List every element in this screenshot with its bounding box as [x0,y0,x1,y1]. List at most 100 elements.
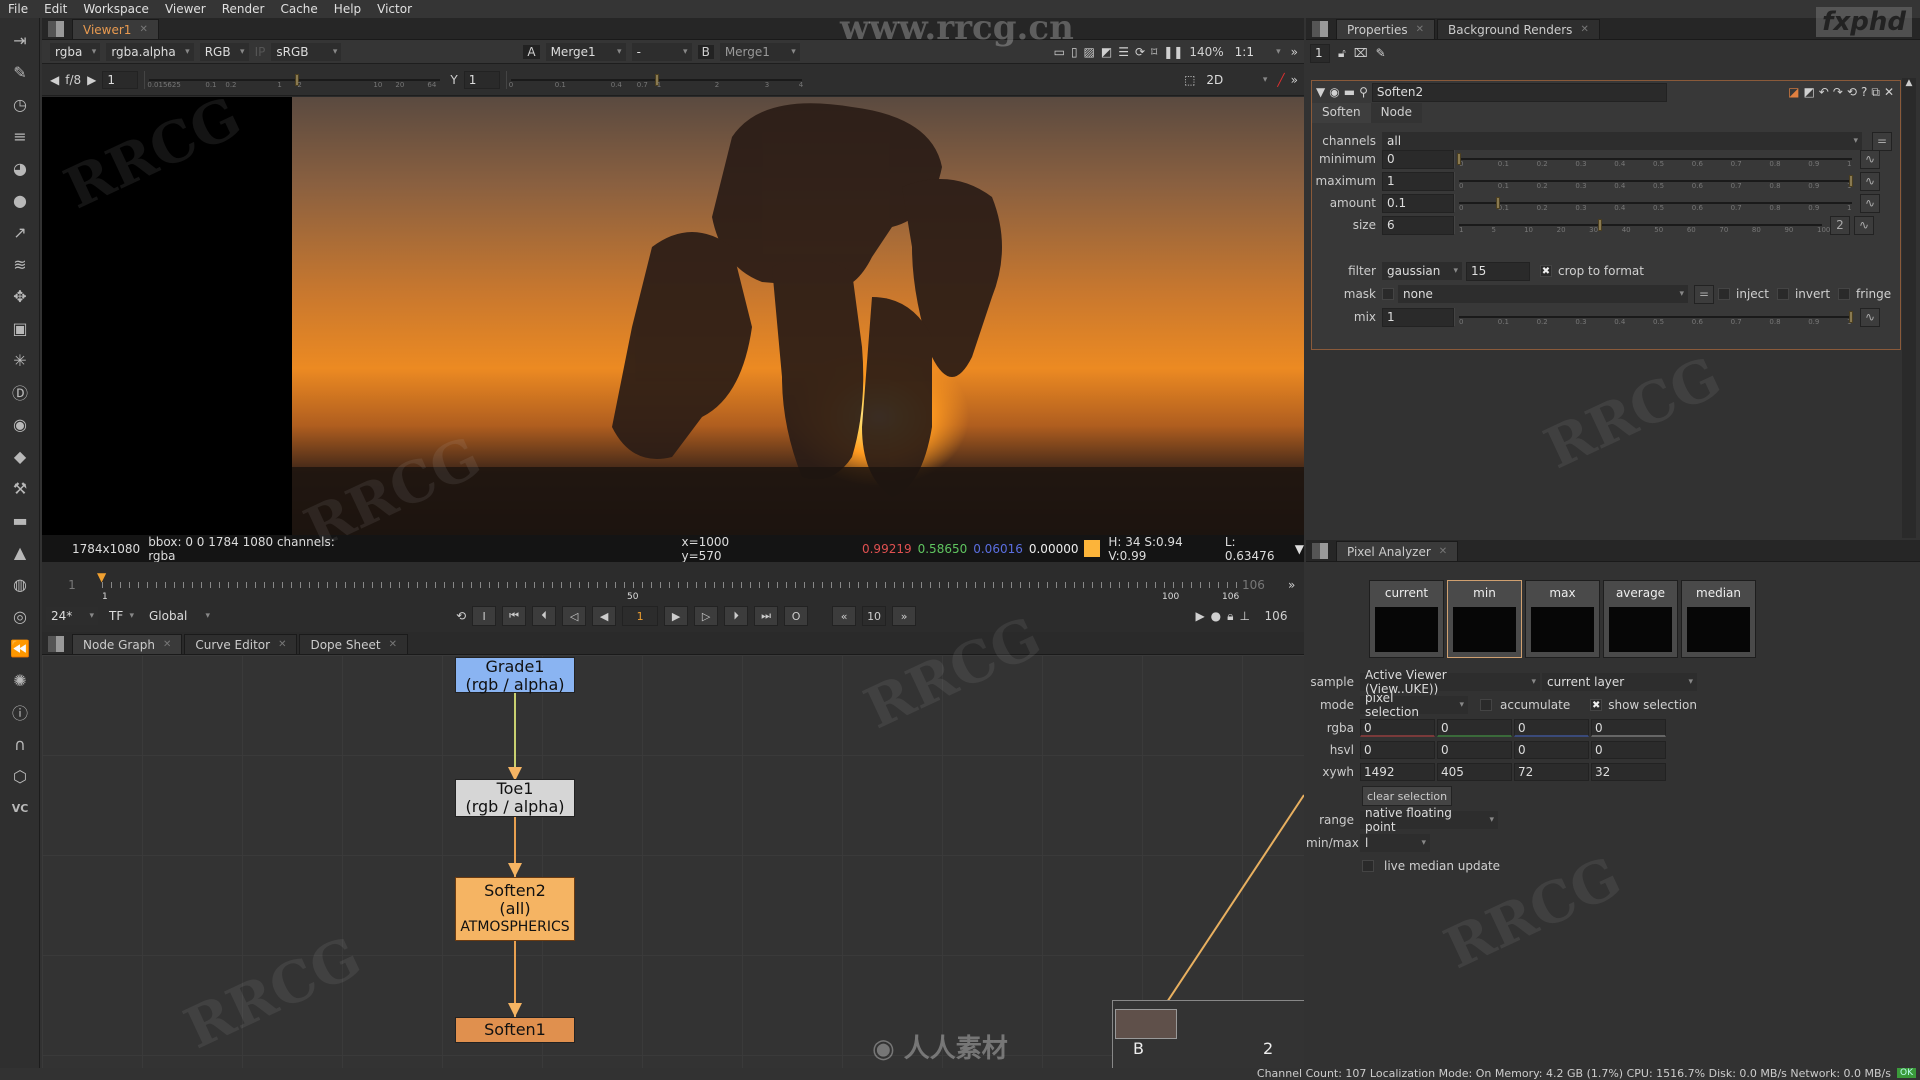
expand-icon[interactable]: » [1291,73,1304,87]
rewind-icon[interactable]: ⏪ [8,636,32,660]
prev-keyframe-button[interactable]: ⏴ [532,606,557,626]
font-color-icon[interactable]: ◩ [1803,85,1814,99]
gain-slider[interactable]: 0.015625 0.1 0.2 1 2 10 20 64 [144,70,444,89]
viewer-viewport[interactable] [42,97,1304,535]
gain-input[interactable]: 1 [102,70,139,89]
animation-curve-icon[interactable]: ∿ [1860,307,1880,327]
mask-enable-checkbox[interactable] [1382,288,1394,300]
close-icon[interactable]: ✕ [1416,24,1424,35]
menu-edit[interactable]: Edit [36,2,75,16]
menu-viewer[interactable]: Viewer [157,2,214,16]
pane-menu-icon[interactable] [48,21,64,37]
sample-dropdown[interactable]: Active Viewer (View..UKE)) [1360,668,1540,696]
tf-dropdown[interactable]: TF [104,607,138,625]
amount-slider[interactable]: 0 0.1 0.2 0.3 0.4 0.5 0.6 0.7 0.8 0.9 1 [1454,194,1856,212]
lines-icon[interactable]: ☰ [1118,45,1129,59]
tab-pixel-analyzer[interactable]: Pixel Analyzer ✕ [1336,541,1459,561]
deep-icon[interactable]: Ⓓ [8,380,32,404]
tab-properties[interactable]: Properties ✕ [1336,19,1436,39]
collapse-icon[interactable]: ▼ [1316,85,1325,99]
range-dropdown[interactable]: native floating point [1360,806,1498,834]
node-color-icon[interactable]: ◪ [1788,85,1799,99]
amount-input[interactable]: 0.1 [1382,193,1454,213]
channels-dropdown[interactable]: rgba [50,42,101,61]
pause-icon[interactable]: ❚❚ [1163,45,1183,59]
loop-icon[interactable]: ⟲ [456,609,466,623]
fringe-checkbox[interactable] [1838,288,1851,300]
clear-panels-icon[interactable]: ⌧ [1354,46,1368,60]
close-icon[interactable]: ✕ [1580,24,1588,35]
pencil-icon[interactable]: ✎ [1376,46,1386,60]
last-frame-button[interactable]: ⏭ [754,606,779,626]
plugin-icon[interactable]: ◍ [8,572,32,596]
record-icon[interactable]: ● [1211,609,1221,623]
end-frame-field[interactable]: 106 [1256,609,1296,623]
furnace-icon[interactable]: ▲ [8,540,32,564]
expand-icon[interactable]: » [1291,45,1304,59]
rgba-b-field[interactable]: 0 [1514,719,1589,737]
sapphire-icon[interactable]: ◎ [8,604,32,628]
size-input[interactable]: 6 [1382,215,1454,235]
close-icon[interactable]: ✕ [163,639,171,650]
expand-icon[interactable]: » [1288,578,1295,592]
slider-knob[interactable] [1849,175,1853,187]
metadata-icon[interactable]: ◆ [8,444,32,468]
size-slider[interactable]: 1 5 10 20 30 40 50 60 70 80 90 100 [1454,216,1830,234]
show-selection-checkbox[interactable]: ✖ [1590,699,1603,711]
mode-dropdown[interactable]: pixel selection [1360,691,1468,719]
xywh-y-field[interactable]: 405 [1437,763,1512,781]
wrench-icon[interactable]: ⚲ [1359,85,1368,99]
minimap-viewport[interactable] [1115,1009,1177,1039]
swatch-average[interactable]: average [1603,580,1678,658]
image-icon[interactable]: ⇥ [8,28,32,52]
alert-icon[interactable]: ⓘ [8,700,32,724]
hsvl-s-field[interactable]: 0 [1437,741,1512,759]
input-b-dropdown[interactable]: Merge1 [719,42,800,61]
keyer-icon[interactable]: ↗ [8,220,32,244]
hsvl-v-field[interactable]: 0 [1514,741,1589,759]
step-back-button[interactable]: « [832,606,857,626]
properties-scrollbar[interactable]: ▲ [1902,78,1916,538]
clip-icon[interactable]: ⌑ [1151,45,1157,59]
pane-menu-icon[interactable] [48,636,64,652]
3d-icon[interactable]: ▣ [8,316,32,340]
hsvl-h-field[interactable]: 0 [1360,741,1435,759]
transform-icon[interactable]: ✥ [8,284,32,308]
tab-dope-sheet[interactable]: Dope Sheet ✕ [299,634,408,654]
composite-dropdown[interactable]: - [631,42,692,61]
inject-checkbox[interactable] [1718,288,1730,300]
layer-dropdown[interactable]: current layer [1542,673,1697,691]
play-backward-button[interactable]: ◀ [592,606,617,626]
slider-knob[interactable] [1597,219,1602,231]
filter-quality-input[interactable]: 15 [1466,261,1530,281]
node-soften1[interactable]: Soften1 [455,1017,575,1043]
color-icon[interactable]: ◕ [8,156,32,180]
node-grade1[interactable]: Grade1 (rgb / alpha) [455,657,575,694]
fps-dropdown[interactable]: 24* [46,607,98,625]
lock-icon[interactable]: 🔒︎ [1227,609,1233,624]
out-point-button[interactable]: O [784,606,809,626]
next-keyframe-button[interactable]: ⏵ [724,606,749,626]
menu-render[interactable]: Render [214,2,273,16]
timeline-ruler[interactable]: ▼ 1 50 100 106 [97,570,1244,602]
tab-background-renders[interactable]: Background Renders ✕ [1437,19,1600,39]
redgiant-icon[interactable]: ✺ [8,668,32,692]
animation-curve-icon[interactable]: ∿ [1860,171,1880,191]
minmax-dropdown[interactable]: l [1360,834,1430,852]
ip-button[interactable]: IP [255,45,266,59]
other-icon[interactable]: ▬ [8,508,32,532]
animation-curve-icon[interactable]: ∿ [1860,149,1880,169]
invert-checkbox[interactable] [1776,288,1789,300]
xywh-w-field[interactable]: 72 [1514,763,1589,781]
roi-icon[interactable]: ▭ [1054,45,1065,59]
node-toe1[interactable]: Toe1 (rgb / alpha) [455,779,575,817]
filter-dropdown[interactable]: gaussian [1382,262,1462,280]
filter-icon[interactable]: ● [8,188,32,212]
menu-victor[interactable]: Victor [369,2,420,16]
accumulate-checkbox[interactable] [1480,699,1492,711]
magnet-icon[interactable]: ∩ [8,732,32,756]
range-icon[interactable]: ⊥ [1240,609,1250,623]
size-dims-button[interactable]: 2 [1830,215,1850,235]
draw-icon[interactable]: ✎ [8,60,32,84]
swatch-current[interactable]: current [1369,580,1444,658]
